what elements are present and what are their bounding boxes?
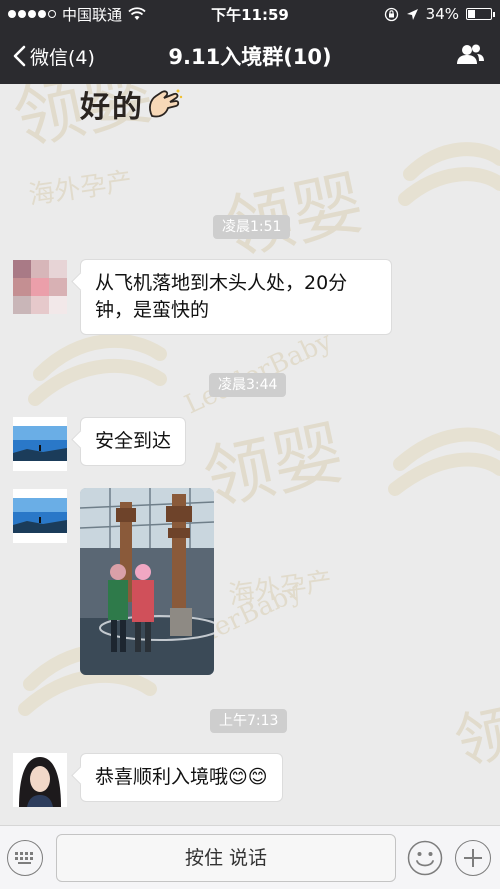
- group-info-button[interactable]: [454, 42, 486, 70]
- keyboard-toggle-button[interactable]: [7, 840, 43, 876]
- watermark-subtitle: 海外孕产: [227, 567, 334, 611]
- plus-icon: [464, 849, 482, 867]
- avatar-image: [13, 417, 67, 471]
- avatar[interactable]: [13, 753, 67, 807]
- avatar[interactable]: [13, 417, 67, 471]
- group-icon: [457, 44, 484, 64]
- watermark-subtitle: 海外孕产: [27, 167, 134, 211]
- hold-to-talk-button[interactable]: 按住 说话: [56, 834, 396, 882]
- status-bar: 中国联通 下午11:59 34%: [0, 0, 500, 28]
- orientation-lock-icon: [384, 7, 398, 21]
- status-right: 34%: [384, 5, 495, 23]
- emoji-button[interactable]: [407, 840, 443, 876]
- watermark-brand: 领婴: [196, 411, 350, 520]
- airport-photo: [80, 488, 214, 675]
- avatar-image: [13, 260, 67, 314]
- battery-icon: [466, 8, 495, 20]
- nav-bar: 微信(4) 9.11入境群(10): [0, 28, 500, 84]
- photo-message[interactable]: [80, 488, 214, 675]
- message-text-line-2: 钟，是蛮快的: [95, 299, 210, 321]
- location-icon: [406, 8, 418, 20]
- timestamp: 上午7:13: [210, 709, 288, 733]
- message-text-line-1: 从飞机落地到木头人处，20分: [95, 272, 348, 294]
- carrier-label: 中国联通: [62, 5, 123, 24]
- message-bubble[interactable]: 从飞机落地到木头人处，20分 钟，是蛮快的: [80, 259, 392, 335]
- sticker-text: 好的: [80, 90, 144, 125]
- battery-percent: 34%: [425, 5, 459, 23]
- message-bubble[interactable]: 恭喜顺利入境哦😊😊: [80, 753, 283, 802]
- message-text: 安全到达: [95, 430, 172, 452]
- avatar-image: [13, 753, 67, 807]
- ok-hand-icon: [149, 89, 183, 118]
- avatar[interactable]: [13, 489, 67, 543]
- keyboard-icon: [15, 852, 33, 864]
- avatar-image: [13, 489, 67, 543]
- avatar[interactable]: [13, 260, 67, 314]
- status-left: 中国联通: [8, 4, 146, 25]
- input-bar: 按住 说话: [0, 825, 500, 889]
- sticker-message[interactable]: 好的: [80, 84, 184, 125]
- back-label: 微信(4): [30, 46, 95, 69]
- message-text: 恭喜顺利入境哦😊😊: [95, 766, 268, 788]
- emoji-icon: [407, 840, 443, 876]
- signal-icon: [8, 10, 56, 18]
- wifi-icon: [128, 7, 146, 20]
- timestamp: 凌晨1:51: [213, 215, 291, 239]
- chat-area[interactable]: 领婴领婴领婴领婴LeaderBabyLeaderBaby海外孕产海外孕产海外孕产…: [0, 84, 500, 825]
- back-button[interactable]: 微信(4): [0, 43, 95, 70]
- message-bubble[interactable]: 安全到达: [80, 417, 187, 466]
- watermark-brand: 领婴: [449, 685, 500, 778]
- more-button[interactable]: [455, 840, 491, 876]
- timestamp: 凌晨3:44: [209, 373, 287, 397]
- chevron-left-icon: [13, 45, 26, 67]
